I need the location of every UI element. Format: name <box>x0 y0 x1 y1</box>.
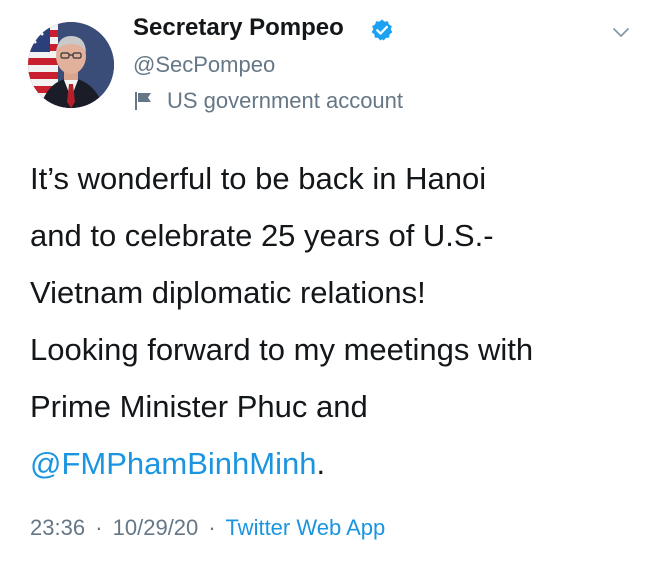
mention-link[interactable]: @FMPhamBinhMinh <box>30 446 316 481</box>
tweet-text: It’s wonderful to be back in Hanoi and t… <box>30 150 640 492</box>
verified-badge-icon <box>371 19 393 41</box>
meta-separator: · <box>208 515 216 540</box>
tweet-meta: 23:36 · 10/29/20 · Twitter Web App <box>30 515 385 541</box>
tweet-time[interactable]: 23:36 <box>30 515 85 540</box>
account-label: US government account <box>167 88 404 113</box>
meta-separator: · <box>95 515 103 540</box>
chevron-down-icon[interactable] <box>608 20 634 46</box>
tweet-text-line: and to celebrate 25 years of U.S.- <box>30 218 494 253</box>
tweet-text-line: Vietnam diplomatic relations! <box>30 275 426 310</box>
display-name[interactable]: Secretary Pompeo <box>133 14 344 42</box>
user-handle[interactable]: @SecPompeo <box>133 52 275 78</box>
profile-photo <box>28 22 114 108</box>
tweet-source-link[interactable]: Twitter Web App <box>225 515 385 540</box>
tweet-text-line: Looking forward to my meetings with <box>30 332 534 367</box>
avatar[interactable] <box>28 22 114 108</box>
tweet-card: Secretary Pompeo @SecPompeo US governmen… <box>0 0 660 562</box>
tweet-text-line: It’s wonderful to be back in Hanoi <box>30 161 487 196</box>
mention-suffix: . <box>316 446 326 481</box>
tweet-text-line-mention: @FMPhamBinhMinh. <box>30 435 640 492</box>
tweet-text-line: Prime Minister Phuc and <box>30 389 368 424</box>
flag-icon <box>135 92 151 110</box>
tweet-date[interactable]: 10/29/20 <box>113 515 199 540</box>
